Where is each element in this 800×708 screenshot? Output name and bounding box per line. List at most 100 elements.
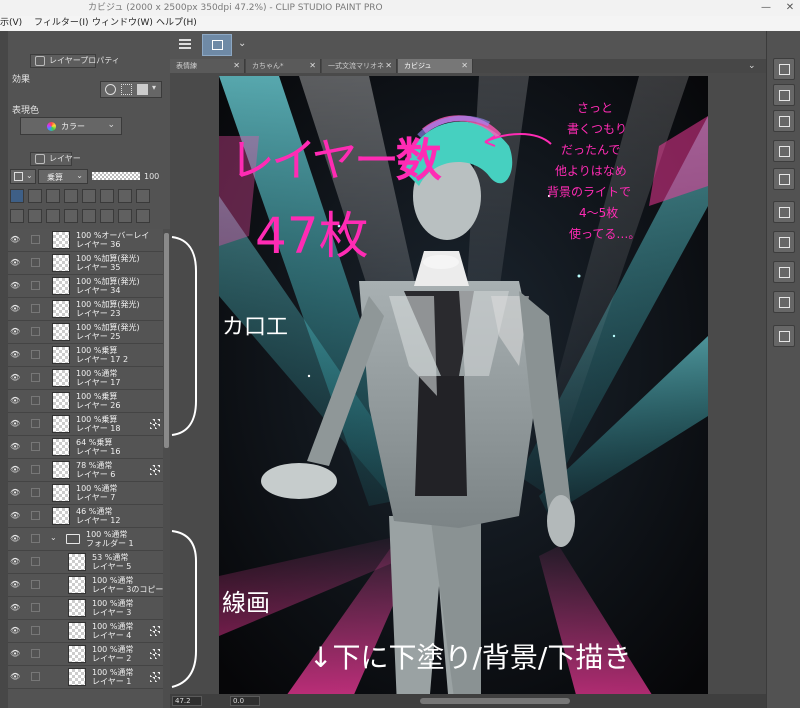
transfer-down-button[interactable] xyxy=(64,209,78,223)
close-icon[interactable]: ✕ xyxy=(309,59,316,73)
layer-row[interactable]: 👁 100 %オーバーレイ レイヤー 36 xyxy=(8,229,164,252)
layer-check[interactable] xyxy=(31,557,40,566)
eye-icon[interactable]: 👁 xyxy=(10,672,22,681)
layer-check[interactable] xyxy=(31,626,40,635)
layer-row[interactable]: 👁 100 %乗算 レイヤー 26 xyxy=(8,390,164,413)
eye-icon[interactable]: 👁 xyxy=(10,511,22,520)
panel-collapse-strip[interactable] xyxy=(0,31,8,708)
create-mask-button[interactable] xyxy=(100,209,114,223)
layer-row[interactable]: 👁 100 %通常 レイヤー 7 xyxy=(8,482,164,505)
eye-icon[interactable]: 👁 xyxy=(10,327,22,336)
expression-color-select[interactable]: ⌄ xyxy=(10,169,36,184)
layer-check[interactable] xyxy=(31,465,40,474)
delete-layer-button[interactable] xyxy=(136,209,150,223)
menu-view[interactable]: 示(V) xyxy=(0,16,22,31)
layer-check[interactable] xyxy=(31,442,40,451)
new-vector-layer-button[interactable] xyxy=(28,209,42,223)
draft-layer-button[interactable] xyxy=(28,189,42,203)
apply-mask-button[interactable] xyxy=(118,209,132,223)
opacity-slider[interactable] xyxy=(92,172,140,180)
ruler-enable-button[interactable] xyxy=(118,189,132,203)
close-button[interactable]: ✕ xyxy=(784,2,796,14)
layer-check[interactable] xyxy=(31,258,40,267)
eye-icon[interactable]: 👁 xyxy=(10,580,22,589)
eye-icon[interactable]: 👁 xyxy=(10,465,22,474)
layer-row[interactable]: 👁 46 %通常 レイヤー 12 xyxy=(8,505,164,528)
dock-button-layer[interactable] xyxy=(773,201,795,223)
layer-tab[interactable]: レイヤー xyxy=(30,152,81,166)
layer-check[interactable] xyxy=(31,304,40,313)
layer-folder-row[interactable]: 👁 ⌄ 100 %通常 フォルダー 1 xyxy=(8,528,164,551)
zoom-field[interactable]: 47.2 xyxy=(172,696,202,706)
layer-check[interactable] xyxy=(31,580,40,589)
dock-button-close[interactable] xyxy=(773,84,795,106)
eye-icon[interactable]: 👁 xyxy=(10,442,22,451)
layer-row[interactable]: 👁 100 %乗算 レイヤー 18 xyxy=(8,413,164,436)
eye-icon[interactable]: 👁 xyxy=(10,557,22,566)
layer-check[interactable] xyxy=(31,350,40,359)
minimize-button[interactable]: — xyxy=(760,2,772,14)
merge-down-button[interactable] xyxy=(82,209,96,223)
horizontal-scrollbar[interactable] xyxy=(420,698,570,704)
layer-check[interactable] xyxy=(31,511,40,520)
mask-enable-button[interactable] xyxy=(100,189,114,203)
dock-button-doc[interactable] xyxy=(773,110,795,132)
dock-button-grid[interactable] xyxy=(773,168,795,190)
layer-check[interactable] xyxy=(31,672,40,681)
tab-document-2[interactable]: カちゃん* ✕ xyxy=(246,59,321,73)
layer-list-scrollbar[interactable] xyxy=(163,229,170,708)
eye-icon[interactable]: 👁 xyxy=(10,304,22,313)
layer-row[interactable]: 👁 100 %加算(発光) レイヤー 23 xyxy=(8,298,164,321)
layer-check[interactable] xyxy=(31,603,40,612)
eye-icon[interactable]: 👁 xyxy=(10,396,22,405)
tab-list-icon[interactable]: ⌄ xyxy=(748,59,756,73)
lock-transparent-button[interactable] xyxy=(82,189,96,203)
eye-icon[interactable]: 👁 xyxy=(10,281,22,290)
close-icon[interactable]: ✕ xyxy=(233,59,240,73)
tab-document-3[interactable]: 一式文流マリオネ ✕ xyxy=(322,59,397,73)
eye-icon[interactable]: 👁 xyxy=(10,603,22,612)
chevron-down-icon[interactable]: ⌄ xyxy=(50,533,57,542)
rotation-field[interactable]: 0.0 xyxy=(230,696,260,706)
tab-document-1[interactable]: 表情練 ✕ xyxy=(170,59,245,73)
layer-row[interactable]: 👁 64 %乗算 レイヤー 16 xyxy=(8,436,164,459)
menu-icon[interactable] xyxy=(179,39,191,49)
chevron-down-icon[interactable]: ▾ xyxy=(152,83,156,92)
eye-icon[interactable]: 👁 xyxy=(10,649,22,658)
effect-buttons[interactable]: ▾ xyxy=(100,81,162,98)
eye-icon[interactable]: 👁 xyxy=(10,350,22,359)
layer-check[interactable] xyxy=(31,488,40,497)
canvas-view-button[interactable] xyxy=(202,34,232,56)
border-effect-icon[interactable] xyxy=(105,84,116,95)
layer-row[interactable]: 👁 100 %通常 レイヤー 3 xyxy=(8,597,164,620)
layer-row[interactable]: 👁 100 %通常 レイヤー 17 xyxy=(8,367,164,390)
canvas-artwork[interactable]: レイヤー数 47枚 さっと 書くつもり だったんで 他よりはなめ 背景のライトで… xyxy=(219,76,708,706)
layer-check[interactable] xyxy=(31,281,40,290)
layer-row[interactable]: 👁 100 %乗算 レイヤー 17 2 xyxy=(8,344,164,367)
opacity-value[interactable]: 100 xyxy=(144,172,159,181)
layer-check[interactable] xyxy=(31,327,40,336)
layer-row[interactable]: 👁 100 %通常 レイヤー 1 xyxy=(8,666,164,689)
clip-layer-button[interactable] xyxy=(64,189,78,203)
layer-row[interactable]: 👁 100 %加算(発光) レイヤー 35 xyxy=(8,252,164,275)
reference-layer-button[interactable] xyxy=(10,189,24,203)
eye-icon[interactable]: 👁 xyxy=(10,419,22,428)
menu-filter[interactable]: フィルター(I) xyxy=(34,16,89,31)
layer-row[interactable]: 👁 100 %加算(発光) レイヤー 34 xyxy=(8,275,164,298)
dock-button-export[interactable] xyxy=(773,291,795,313)
dock-button-image[interactable] xyxy=(773,261,795,283)
blend-mode-select[interactable]: 乗算 ⌄ xyxy=(38,169,88,184)
eye-icon[interactable]: 👁 xyxy=(10,488,22,497)
eye-icon[interactable]: 👁 xyxy=(10,534,22,543)
layer-check[interactable] xyxy=(31,373,40,382)
layer-check[interactable] xyxy=(31,649,40,658)
eye-icon[interactable]: 👁 xyxy=(10,235,22,244)
layer-check[interactable] xyxy=(31,419,40,428)
layer-row[interactable]: 👁 100 %通常 レイヤー 2 xyxy=(8,643,164,666)
scrollbar-thumb[interactable] xyxy=(164,233,169,448)
dock-button-download[interactable] xyxy=(773,325,795,347)
layer-check[interactable] xyxy=(31,534,40,543)
new-raster-layer-button[interactable] xyxy=(10,209,24,223)
layer-menu-button[interactable] xyxy=(136,189,150,203)
layer-check[interactable] xyxy=(31,396,40,405)
